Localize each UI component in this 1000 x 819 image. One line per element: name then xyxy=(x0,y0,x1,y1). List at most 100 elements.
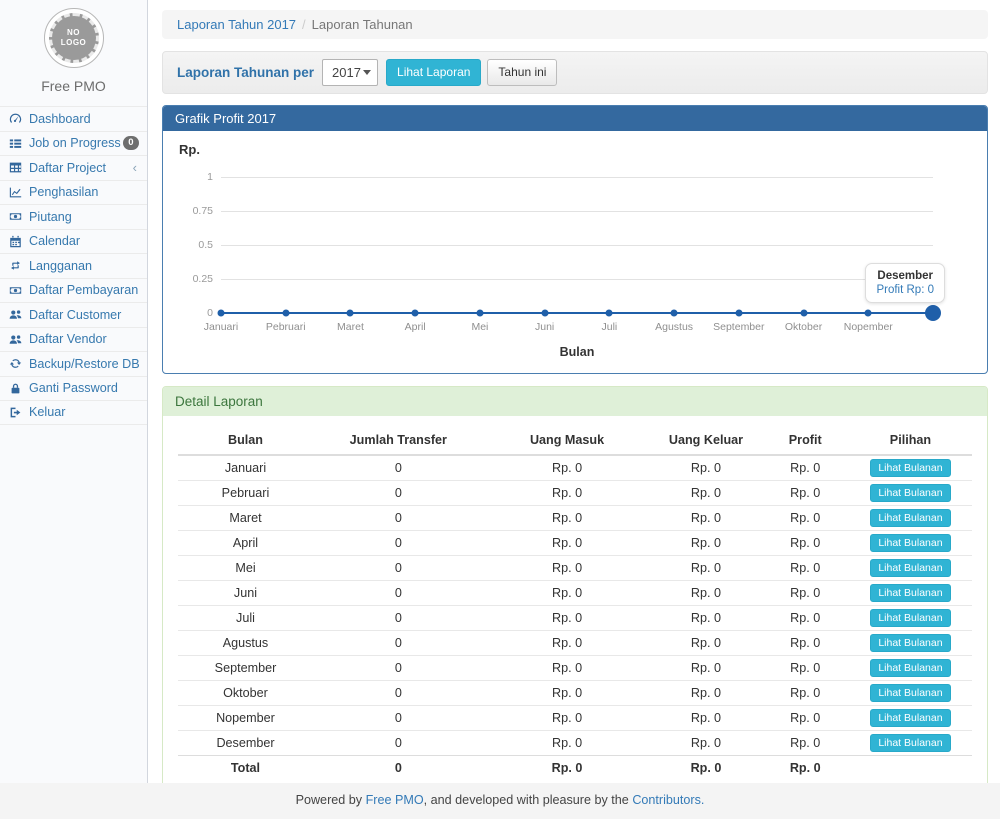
cell-masuk: Rp. 0 xyxy=(484,631,651,656)
retweet-icon xyxy=(9,259,24,273)
table-header-row: Bulan Jumlah Transfer Uang Masuk Uang Ke… xyxy=(178,425,972,455)
lihat-bulanan-button[interactable]: Lihat Bulanan xyxy=(870,484,950,502)
cell-keluar: Rp. 0 xyxy=(650,531,761,556)
table-row-pebruari: Pebruari0Rp. 0Rp. 0Rp. 0Lihat Bulanan xyxy=(178,481,972,506)
data-point-desember[interactable] xyxy=(925,305,941,321)
cell-profit: Rp. 0 xyxy=(762,481,849,506)
no-logo-badge: NOLOGO xyxy=(49,13,99,63)
cell-masuk: Rp. 0 xyxy=(484,581,651,606)
sidebar-item-piutang[interactable]: Piutang xyxy=(0,204,147,229)
lihat-bulanan-button[interactable]: Lihat Bulanan xyxy=(870,659,950,677)
sidebar-item-label: Dashboard xyxy=(29,112,91,126)
cell-masuk: Rp. 0 xyxy=(484,706,651,731)
lihat-bulanan-button[interactable]: Lihat Bulanan xyxy=(870,609,950,627)
cell-transfer: 0 xyxy=(313,581,484,606)
table-row-maret: Maret0Rp. 0Rp. 0Rp. 0Lihat Bulanan xyxy=(178,506,972,531)
sidebar-item-backup-restore-db[interactable]: Backup/Restore DB xyxy=(0,351,147,376)
sidebar-item-ganti-password[interactable]: Ganti Password xyxy=(0,376,147,401)
detail-report-panel: Detail Laporan Bulan Jumlah Transfer Uan… xyxy=(162,386,988,803)
lihat-bulanan-button[interactable]: Lihat Bulanan xyxy=(870,634,950,652)
cell-profit: Rp. 0 xyxy=(762,706,849,731)
sidebar-item-label: Penghasilan xyxy=(29,185,98,199)
sidebar-item-job-on-progress[interactable]: Job on Progress0 xyxy=(0,131,147,156)
cell-transfer: 0 xyxy=(313,681,484,706)
profit-chart: Rp. Desember Profit Rp: 0 Bulan 10.750.5… xyxy=(163,131,987,373)
breadcrumb-link-laporan-tahun[interactable]: Laporan Tahun 2017 xyxy=(177,17,296,32)
lihat-bulanan-button[interactable]: Lihat Bulanan xyxy=(870,559,950,577)
x-tick-label: Maret xyxy=(337,321,364,333)
sidebar-item-calendar[interactable]: Calendar xyxy=(0,229,147,254)
col-header-bulan: Bulan xyxy=(178,425,313,455)
footer: Powered by Free PMO, and developed with … xyxy=(0,783,1000,819)
data-point-juli[interactable] xyxy=(606,310,613,317)
cell-bulan: April xyxy=(178,531,313,556)
sidebar-item-penghasilan[interactable]: Penghasilan xyxy=(0,180,147,205)
cell-masuk: Rp. 0 xyxy=(484,731,651,756)
year-select[interactable]: 2017 xyxy=(322,59,378,86)
cell-masuk: Rp. 0 xyxy=(484,481,651,506)
job-count-badge: 0 xyxy=(123,136,139,150)
sidebar-item-daftar-vendor[interactable]: Daftar Vendor xyxy=(0,327,147,352)
data-point-mei[interactable] xyxy=(476,310,483,317)
data-point-pebruari[interactable] xyxy=(282,310,289,317)
lihat-bulanan-button[interactable]: Lihat Bulanan xyxy=(870,509,950,527)
total-keluar: Rp. 0 xyxy=(650,756,761,780)
money-icon xyxy=(9,210,24,224)
lihat-bulanan-button[interactable]: Lihat Bulanan xyxy=(870,459,950,477)
cell-keluar: Rp. 0 xyxy=(650,731,761,756)
cell-masuk: Rp. 0 xyxy=(484,506,651,531)
calendar-icon xyxy=(9,234,24,248)
sign-out-icon xyxy=(9,405,24,419)
data-point-april[interactable] xyxy=(412,310,419,317)
total-transfer: 0 xyxy=(313,756,484,780)
tahun-ini-button[interactable]: Tahun ini xyxy=(487,59,557,86)
contributors-link[interactable]: Contributors. xyxy=(632,793,704,807)
users-icon xyxy=(9,332,24,346)
refresh-icon xyxy=(9,357,24,371)
total-profit: Rp. 0 xyxy=(762,756,849,780)
cell-bulan: Januari xyxy=(178,455,313,481)
sidebar-item-dashboard[interactable]: Dashboard xyxy=(0,106,147,131)
data-point-september[interactable] xyxy=(735,310,742,317)
cell-keluar: Rp. 0 xyxy=(650,455,761,481)
chevron-left-icon: ‹ xyxy=(133,161,139,174)
data-point-juni[interactable] xyxy=(541,310,548,317)
lihat-bulanan-button[interactable]: Lihat Bulanan xyxy=(870,584,950,602)
sidebar-item-daftar-pembayaran[interactable]: Daftar Pembayaran xyxy=(0,278,147,303)
sidebar-item-daftar-customer[interactable]: Daftar Customer xyxy=(0,302,147,327)
col-header-pilihan: Pilihan xyxy=(849,425,972,455)
table-total-row: Total0Rp. 0Rp. 0Rp. 0 xyxy=(178,756,972,780)
sidebar-item-keluar[interactable]: Keluar xyxy=(0,400,147,425)
lihat-bulanan-button[interactable]: Lihat Bulanan xyxy=(870,709,950,727)
cell-bulan: Pebruari xyxy=(178,481,313,506)
cell-bulan: Mei xyxy=(178,556,313,581)
data-point-maret[interactable] xyxy=(347,310,354,317)
table-row-september: September0Rp. 0Rp. 0Rp. 0Lihat Bulanan xyxy=(178,656,972,681)
data-point-agustus[interactable] xyxy=(671,310,678,317)
cell-masuk: Rp. 0 xyxy=(484,455,651,481)
lihat-bulanan-button[interactable]: Lihat Bulanan xyxy=(870,734,950,752)
report-table: Bulan Jumlah Transfer Uang Masuk Uang Ke… xyxy=(178,425,972,780)
logo-area: NOLOGO Free PMO xyxy=(0,0,147,94)
sidebar-item-label: Ganti Password xyxy=(29,381,118,395)
data-point-oktober[interactable] xyxy=(800,310,807,317)
cell-pilihan: Lihat Bulanan xyxy=(849,531,972,556)
data-point-januari[interactable] xyxy=(218,310,225,317)
cell-pilihan: Lihat Bulanan xyxy=(849,631,972,656)
cell-pilihan: Lihat Bulanan xyxy=(849,606,972,631)
lihat-bulanan-button[interactable]: Lihat Bulanan xyxy=(870,534,950,552)
gridline xyxy=(221,279,933,280)
cell-keluar: Rp. 0 xyxy=(650,556,761,581)
sidebar-item-label: Job on Progress xyxy=(29,136,121,150)
cell-profit: Rp. 0 xyxy=(762,506,849,531)
x-tick-label: September xyxy=(713,321,764,333)
sidebar-item-langganan[interactable]: Langganan xyxy=(0,253,147,278)
sidebar-item-daftar-project[interactable]: Daftar Project‹ xyxy=(0,155,147,180)
data-point-nopember[interactable] xyxy=(865,310,872,317)
lihat-laporan-button[interactable]: Lihat Laporan xyxy=(386,59,481,86)
free-pmo-link[interactable]: Free PMO xyxy=(366,793,424,807)
chevron-down-icon xyxy=(363,70,371,75)
lihat-bulanan-button[interactable]: Lihat Bulanan xyxy=(870,684,950,702)
x-tick-label: Januari xyxy=(204,321,238,333)
tooltip-title: Desember xyxy=(876,270,934,282)
